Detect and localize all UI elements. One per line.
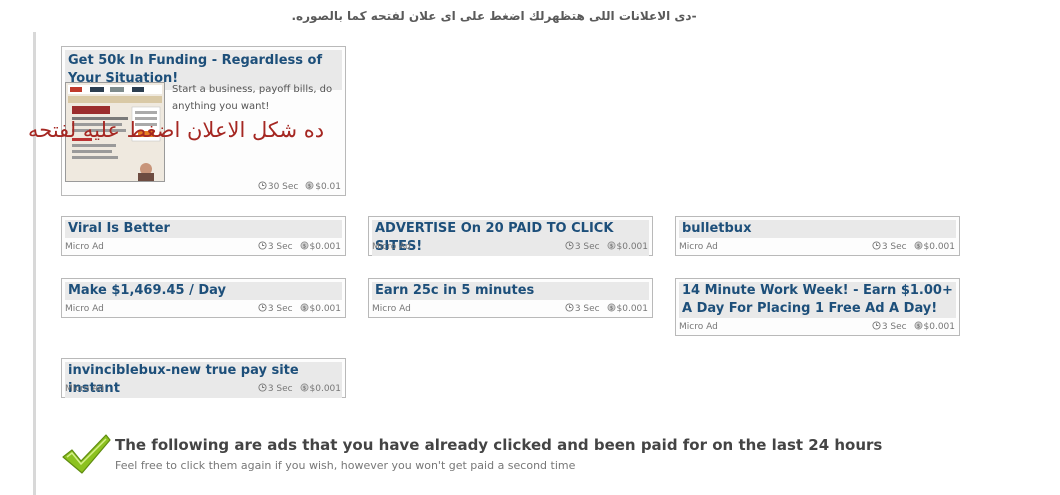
ad-duration: 3 Sec: [267, 242, 293, 252]
ad-reward: $0.001: [616, 304, 649, 314]
ad-type-label: Micro Ad: [372, 304, 411, 314]
svg-text:$: $: [916, 244, 919, 250]
ad-duration: 3 Sec: [574, 304, 600, 314]
ad-reward: $0.001: [309, 242, 342, 252]
ad-meta: Micro Ad 3 Sec $ $0.001: [372, 303, 648, 315]
ad-title-link[interactable]: 14 Minute Work Week! - Earn $1.00+ A Day…: [679, 282, 956, 318]
svg-text:$: $: [609, 306, 612, 312]
coin-icon: $: [300, 383, 308, 392]
coin-icon: $: [607, 241, 615, 250]
ad-reward: $0.001: [923, 322, 956, 332]
coin-icon: $: [300, 241, 308, 250]
ad-duration: 3 Sec: [267, 384, 293, 394]
ad-reward: $0.001: [309, 384, 342, 394]
overlay-annotation: ده شكل الاعلان اضغط عليه لفتحه: [28, 118, 325, 142]
micro-ad[interactable]: 14 Minute Work Week! - Earn $1.00+ A Day…: [675, 278, 960, 336]
ad-stats: 3 Sec $ $0.001: [258, 383, 341, 395]
clock-icon: [872, 321, 881, 330]
ad-duration: 3 Sec: [881, 322, 907, 332]
ad-meta: Micro Ad 3 Sec $ $0.001: [65, 383, 341, 395]
paid-section-heading: The following are ads that you have alre…: [115, 436, 883, 454]
clock-icon: [565, 241, 574, 250]
svg-text:$: $: [609, 244, 612, 250]
ad-type-label: Micro Ad: [679, 242, 718, 252]
ad-type-label: Micro Ad: [679, 322, 718, 332]
ad-duration: 3 Sec: [881, 242, 907, 252]
ad-meta: 30 Sec $ $0.01: [65, 181, 341, 193]
micro-ad[interactable]: bulletbux Micro Ad 3 Sec $ $0.001: [675, 216, 960, 256]
ad-stats: 3 Sec $ $0.001: [258, 303, 341, 315]
coin-icon: $: [305, 181, 314, 190]
ad-meta: Micro Ad 3 Sec $ $0.001: [65, 303, 341, 315]
ad-reward: $0.001: [923, 242, 956, 252]
ad-type-label: Micro Ad: [65, 304, 104, 314]
ad-title-link[interactable]: Make $1,469.45 / Day: [65, 282, 342, 300]
ad-title-link[interactable]: bulletbux: [679, 220, 956, 238]
ad-stats: 3 Sec $ $0.001: [872, 321, 955, 333]
left-divider: [33, 32, 36, 495]
svg-text:$: $: [916, 324, 919, 330]
checkmark-icon: [62, 434, 111, 474]
ad-duration: 3 Sec: [267, 304, 293, 314]
ad-meta: Micro Ad 3 Sec $ $0.001: [679, 321, 955, 333]
ad-stats: 3 Sec $ $0.001: [872, 241, 955, 253]
svg-text:$: $: [302, 244, 305, 250]
ad-duration: 3 Sec: [574, 242, 600, 252]
micro-ad[interactable]: invinciblebux-new true pay site instant …: [61, 358, 346, 398]
ad-type-label: Micro Ad: [65, 242, 104, 252]
ad-stats: 3 Sec $ $0.001: [258, 241, 341, 253]
clock-icon: [565, 303, 574, 312]
clock-icon: [258, 383, 267, 392]
ad-reward: $0.001: [616, 242, 649, 252]
coin-icon: $: [914, 321, 922, 330]
ad-reward: $0.001: [309, 304, 342, 314]
svg-text:$: $: [302, 306, 305, 312]
clock-icon: [258, 181, 267, 190]
coin-icon: $: [914, 241, 922, 250]
coin-icon: $: [300, 303, 308, 312]
clock-icon: [258, 241, 267, 250]
clock-icon: [258, 303, 267, 312]
ad-meta: Micro Ad 3 Sec $ $0.001: [372, 241, 648, 253]
ad-type-label: Micro Ad: [372, 242, 411, 252]
ad-title-link[interactable]: Earn 25c in 5 minutes: [372, 282, 649, 300]
ptc-ads-page: -دى الاعلانات اللى هتظهرلك اضغط على اى ع…: [0, 0, 1060, 495]
coin-icon: $: [607, 303, 615, 312]
ad-stats: 3 Sec $ $0.001: [565, 303, 648, 315]
ad-meta: Micro Ad 3 Sec $ $0.001: [679, 241, 955, 253]
ad-title-link[interactable]: Viral Is Better: [65, 220, 342, 238]
svg-text:$: $: [308, 184, 311, 190]
ad-meta: Micro Ad 3 Sec $ $0.001: [65, 241, 341, 253]
paid-section-subtext: Feel free to click them again if you wis…: [115, 459, 576, 472]
micro-ad[interactable]: Viral Is Better Micro Ad 3 Sec $ $0.001: [61, 216, 346, 256]
ad-stats: 3 Sec $ $0.001: [565, 241, 648, 253]
micro-ad[interactable]: ADVERTISE On 20 PAID TO CLICK SITES! Mic…: [368, 216, 653, 256]
ad-type-label: Micro Ad: [65, 384, 104, 394]
ad-reward: $0.01: [315, 182, 341, 192]
clock-icon: [872, 241, 881, 250]
ad-stats: 30 Sec $ $0.01: [258, 181, 341, 193]
micro-ad[interactable]: Make $1,469.45 / Day Micro Ad 3 Sec $ $0.…: [61, 278, 346, 318]
micro-ad[interactable]: Earn 25c in 5 minutes Micro Ad 3 Sec $ $0…: [368, 278, 653, 318]
instruction-text: -دى الاعلانات اللى هتظهرلك اضغط على اى ع…: [291, 9, 697, 23]
ad-duration: 30 Sec: [267, 182, 299, 192]
svg-text:$: $: [302, 386, 305, 392]
ad-description: Start a business, payoff bills, do anyth…: [172, 84, 333, 112]
